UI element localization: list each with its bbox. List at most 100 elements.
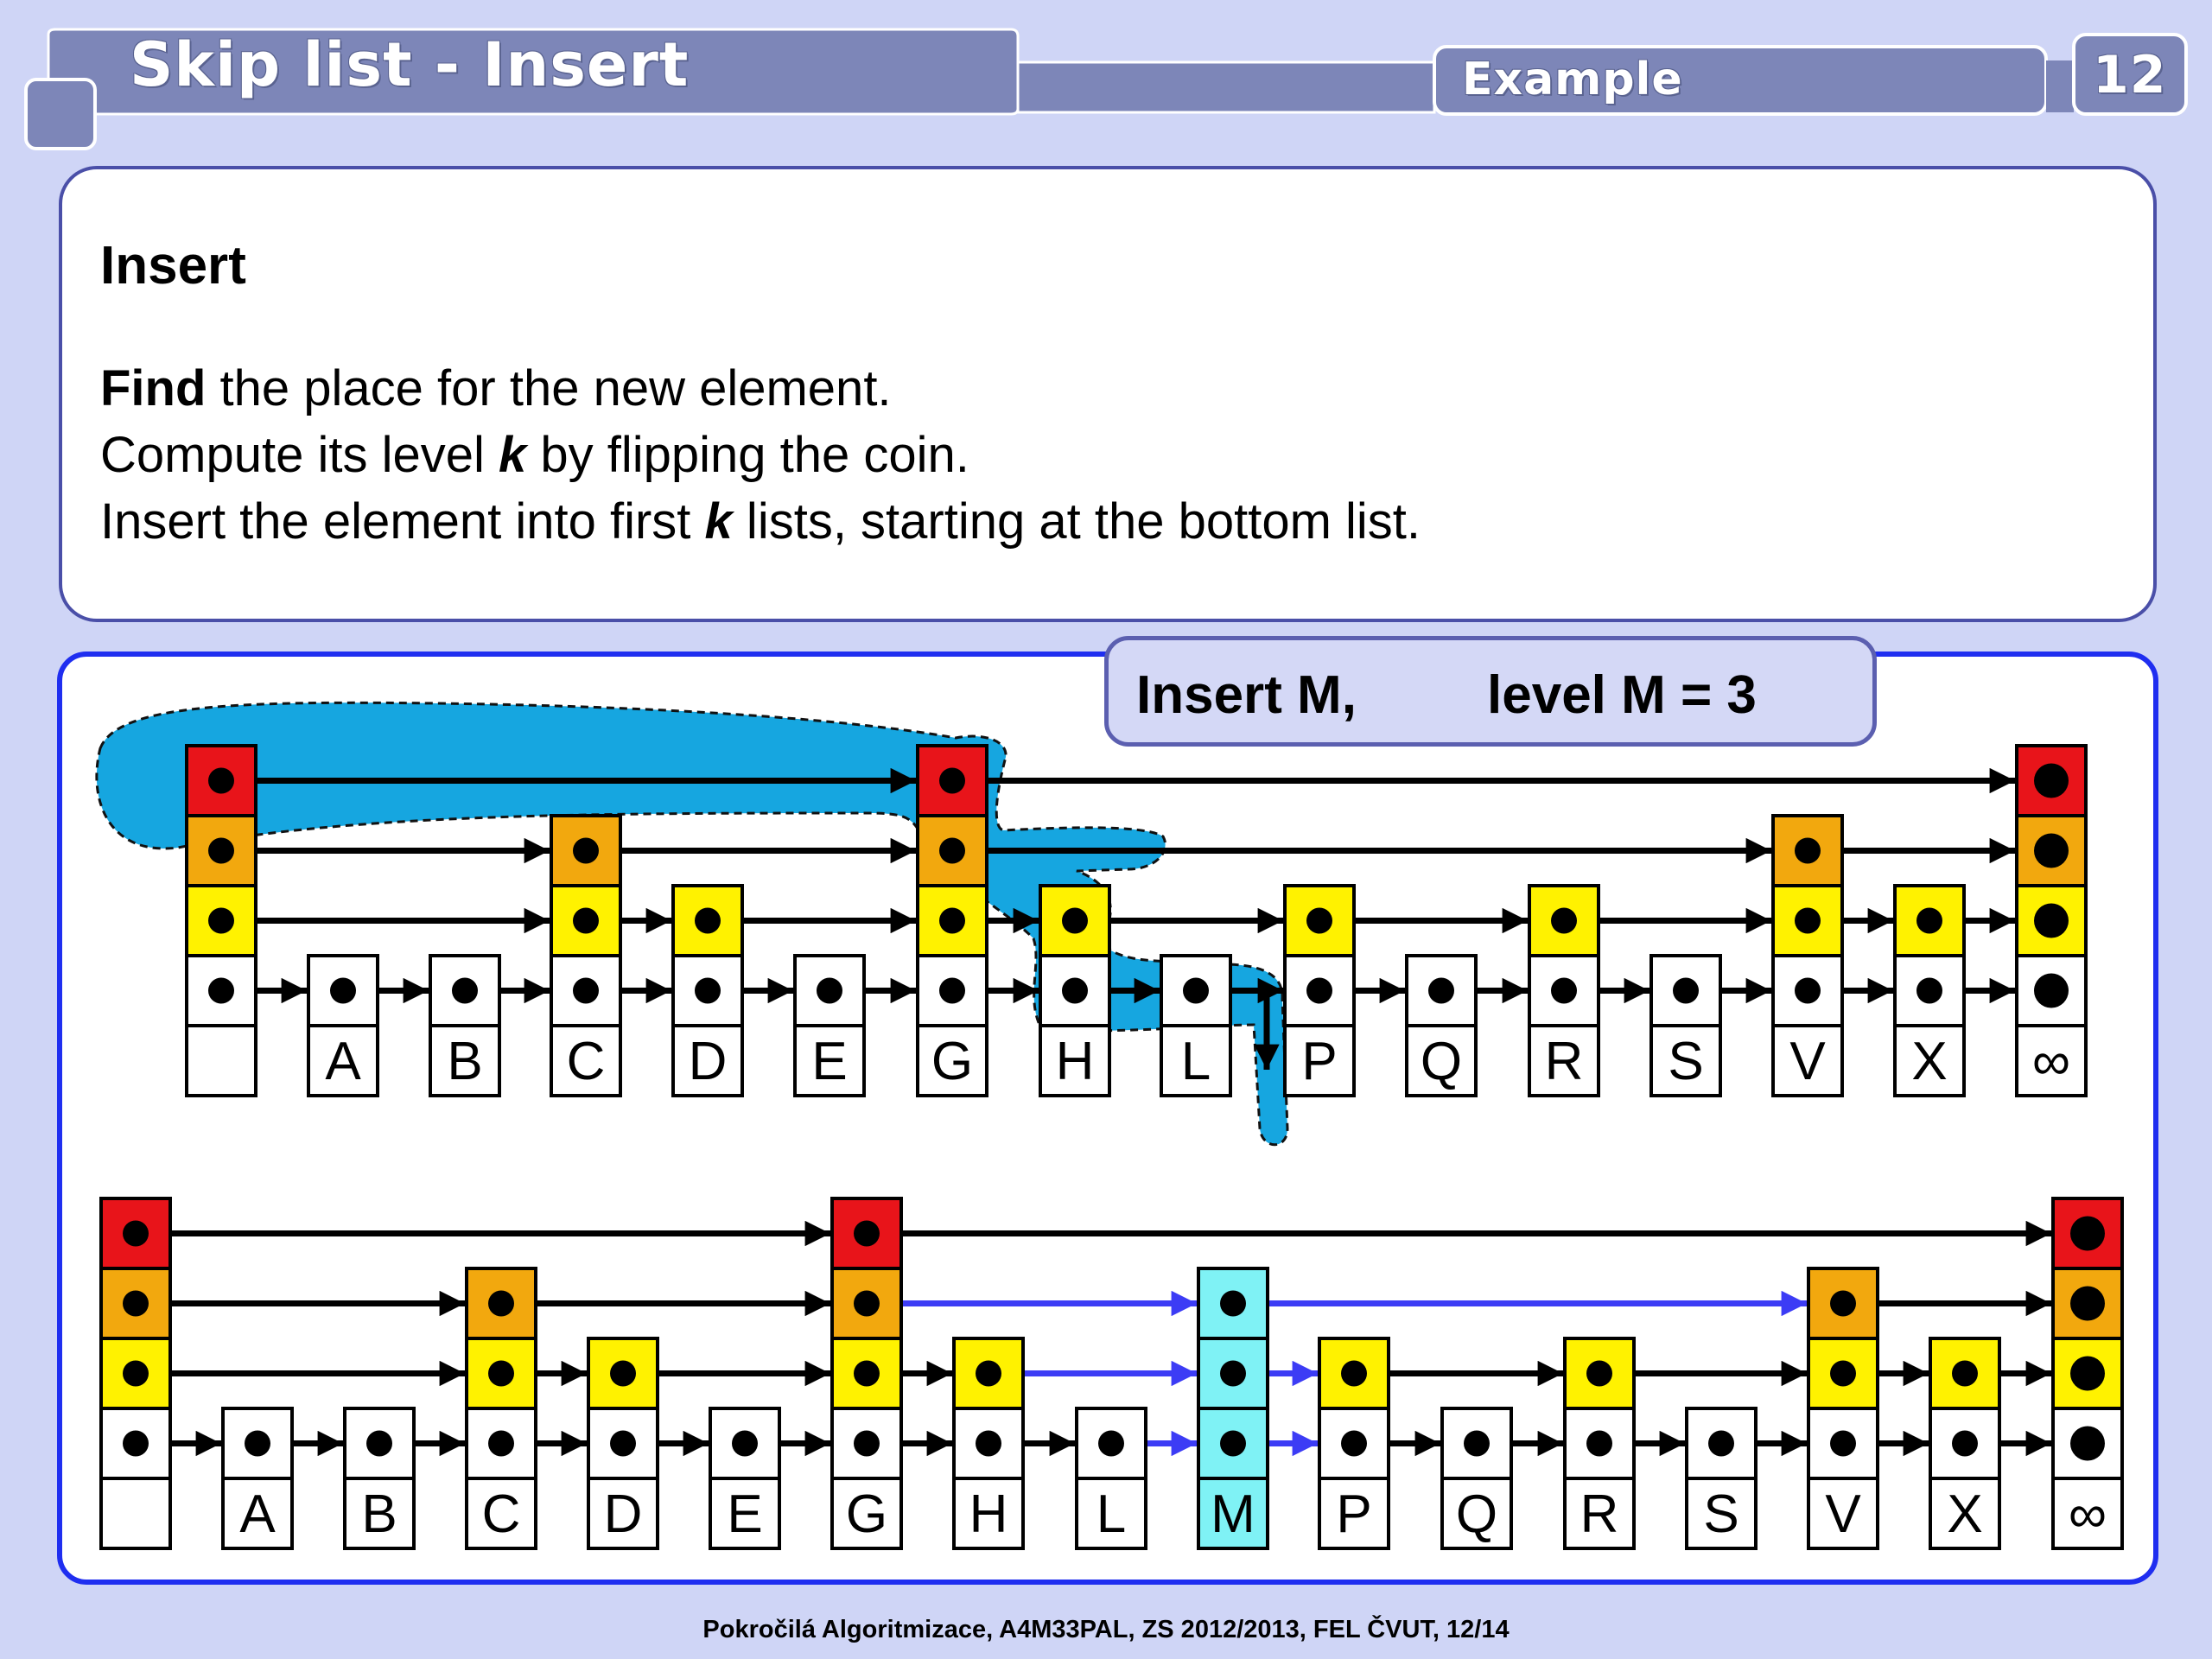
after-node: E — [709, 1407, 781, 1550]
after-key-label: B — [361, 1484, 397, 1544]
before-node: A — [307, 954, 379, 1097]
after-key-label: L — [1096, 1484, 1126, 1544]
after-pointer-dot — [245, 1430, 270, 1457]
after-node: B — [343, 1407, 416, 1550]
after-key-cell — [99, 1477, 172, 1550]
after-node: D — [587, 1337, 659, 1550]
before-node: P — [1283, 884, 1356, 1097]
before-key-label: E — [811, 1032, 847, 1091]
after-pointer-dot — [123, 1360, 149, 1387]
after-key-label: R — [1580, 1484, 1619, 1544]
corner-square-icon — [24, 78, 97, 150]
after-key-label: S — [1703, 1484, 1738, 1544]
after-pointer-dot — [2070, 1356, 2105, 1391]
before-pointer-dot — [1916, 907, 1942, 934]
before-node: B — [429, 954, 501, 1097]
insert-callout: Insert M, level M = 3 — [1104, 636, 1877, 747]
before-key-label: L — [1181, 1032, 1211, 1091]
before-key-label: A — [325, 1032, 361, 1091]
description-panel: Insert Find the place for the new elemen… — [59, 166, 2157, 622]
before-key-label: X — [1911, 1032, 1947, 1091]
before-pointer-dot — [208, 767, 234, 794]
after-pointer-dot — [1586, 1360, 1612, 1387]
before-pointer-dot — [695, 977, 721, 1004]
skip-list-diagram: A B C D E G H L P Q R S V X ∞ A B C D E G H L M P Q R S V X ∞ — [95, 701, 2124, 1550]
before-pointer-dot — [1306, 977, 1332, 1004]
after-key-label: H — [969, 1484, 1008, 1544]
before-key-label: D — [689, 1032, 728, 1091]
after-key-label: G — [846, 1484, 887, 1544]
before-pointer-dot — [1795, 837, 1821, 864]
slide-title: Skip list - Insert — [130, 29, 690, 100]
after-key-label: A — [239, 1484, 276, 1544]
before-key-label: C — [567, 1032, 606, 1091]
before-key-cell — [185, 1024, 257, 1097]
before-node: H — [1039, 884, 1111, 1097]
step-find-keyword: Find — [100, 360, 207, 416]
step-find: Find the place for the new element. — [100, 359, 892, 417]
after-pointer-dot — [123, 1290, 149, 1317]
after-pointer-dot — [732, 1430, 758, 1457]
after-pointer-dot — [1586, 1430, 1612, 1457]
step-level-pre: Compute its level — [100, 427, 499, 483]
after-pointer-dot — [488, 1360, 514, 1387]
before-pointer-dot — [1795, 977, 1821, 1004]
after-pointer-dot — [976, 1430, 1001, 1457]
after-pointer-dot — [854, 1290, 880, 1317]
after-pointer-dot — [610, 1360, 636, 1387]
after-key-label: D — [604, 1484, 643, 1544]
before-key-label: H — [1056, 1032, 1095, 1091]
before-pointer-dot — [208, 977, 234, 1004]
before-pointer-dot — [452, 977, 478, 1004]
before-pointer-dot — [208, 907, 234, 934]
step-level: Compute its level k by flipping the coin… — [100, 426, 969, 484]
after-pointer-dot — [854, 1220, 880, 1247]
after-pointer-dot — [610, 1430, 636, 1457]
footer-text: Pokročilá Algoritmizace, A4M33PAL, ZS 20… — [702, 1616, 1510, 1643]
after-node: M — [1197, 1267, 1269, 1550]
before-pointer-dot — [573, 907, 599, 934]
before-pointer-dot — [1916, 977, 1942, 1004]
before-pointer-dot — [939, 767, 965, 794]
after-pointer-dot — [1220, 1430, 1246, 1457]
before-pointer-dot — [939, 837, 965, 864]
before-node: S — [1649, 954, 1722, 1097]
before-pointer-dot — [939, 907, 965, 934]
after-pointer-dot — [854, 1360, 880, 1387]
after-node: G — [830, 1197, 903, 1550]
before-node: E — [793, 954, 866, 1097]
after-key-label: V — [1825, 1484, 1861, 1544]
after-pointer-dot — [366, 1430, 392, 1457]
after-node: V — [1807, 1267, 1879, 1550]
after-node — [99, 1197, 172, 1550]
before-pointer-dot — [817, 977, 842, 1004]
after-pointer-dot — [1830, 1430, 1856, 1457]
before-node: D — [671, 884, 744, 1097]
before-pointer-dot — [1062, 977, 1088, 1004]
diagram-panel: A B C D E G H L P Q R S V X ∞ A B C D E G H L M P Q R S V X ∞ — [57, 652, 2158, 1585]
before-node: L — [1160, 954, 1232, 1097]
before-pointer-dot — [1306, 907, 1332, 934]
step-level-post: by flipping the coin. — [526, 427, 969, 483]
after-pointer-dot — [976, 1360, 1001, 1387]
before-node — [185, 744, 257, 1097]
before-pointer-dot — [1428, 977, 1454, 1004]
after-key-label: P — [1336, 1484, 1371, 1544]
before-node: G — [916, 744, 988, 1097]
before-pointer-dot — [1062, 907, 1088, 934]
after-node: H — [952, 1337, 1025, 1550]
before-pointer-dot — [1795, 907, 1821, 934]
after-pointer-dot — [1952, 1360, 1978, 1387]
after-pointer-dot — [1341, 1430, 1367, 1457]
before-node: X — [1893, 884, 1966, 1097]
step-level-var: k — [498, 427, 527, 483]
after-node: X — [1929, 1337, 2001, 1550]
step-insert-post: lists, starting at the bottom list. — [732, 493, 1421, 550]
before-pointer-dot — [2034, 973, 2069, 1008]
before-key-label: B — [447, 1032, 482, 1091]
step-insert: Insert the element into first k lists, s… — [100, 493, 1421, 550]
after-pointer-dot — [1220, 1290, 1246, 1317]
before-pointer-dot — [1551, 907, 1577, 934]
after-pointer-dot — [1220, 1360, 1246, 1387]
after-pointer-dot — [1830, 1360, 1856, 1387]
